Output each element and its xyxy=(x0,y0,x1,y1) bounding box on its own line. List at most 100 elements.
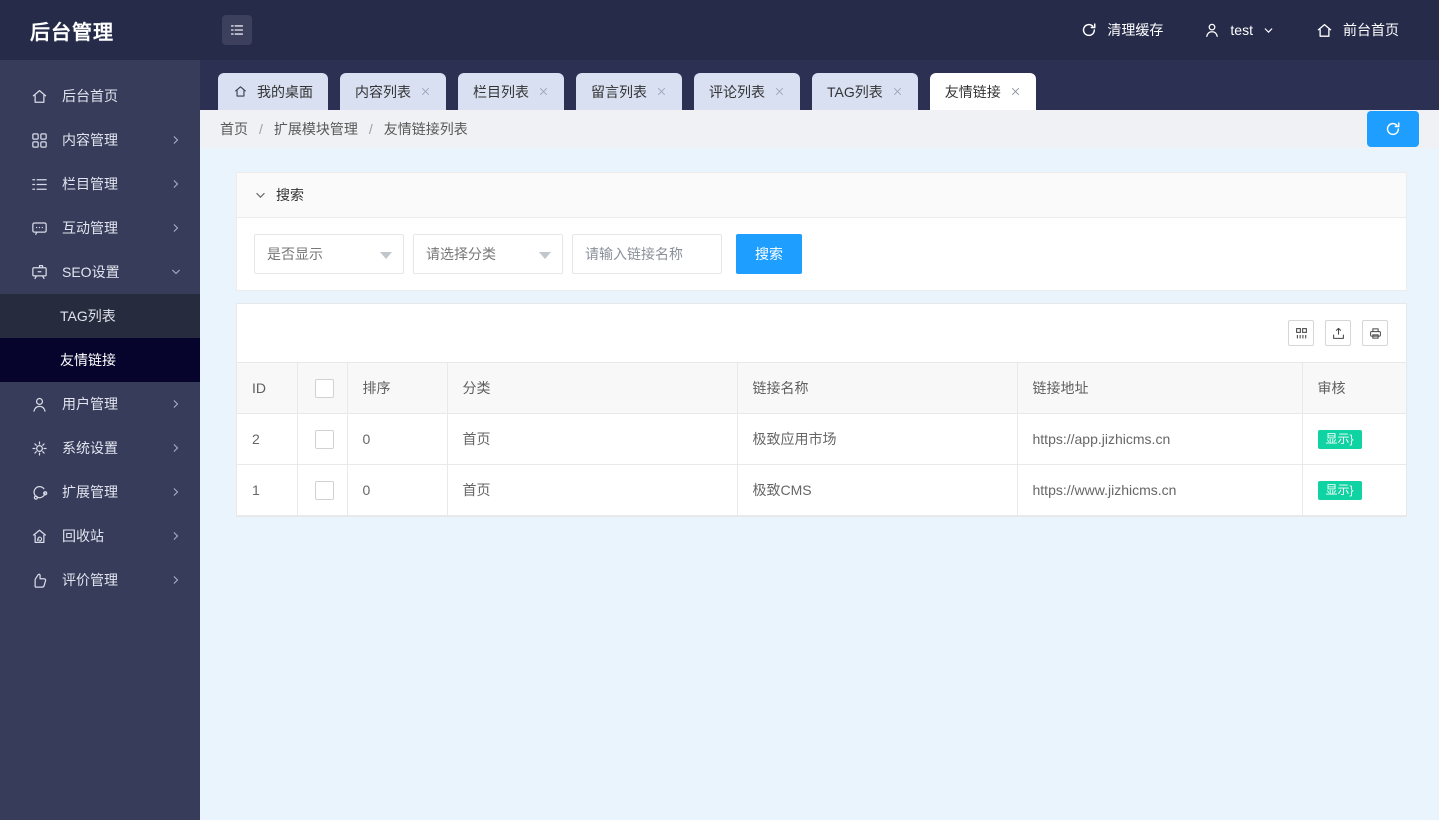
sidebar-item-dashboard[interactable]: 后台首页 xyxy=(0,74,200,118)
sidebar-item-reviews[interactable]: 评价管理 xyxy=(0,558,200,602)
refresh-page-button[interactable] xyxy=(1367,111,1419,147)
chevron-right-icon xyxy=(170,222,182,234)
chevron-right-icon xyxy=(170,486,182,498)
tab-message-list[interactable]: 留言列表 xyxy=(576,73,682,110)
chevron-right-icon xyxy=(170,178,182,190)
sidebar-item-label: 评价管理 xyxy=(62,572,118,588)
thumbs-up-icon xyxy=(30,571,49,590)
chevron-down-icon xyxy=(170,266,182,278)
link-name-input[interactable] xyxy=(572,234,722,274)
sidebar-item-content[interactable]: 内容管理 xyxy=(0,118,200,162)
tab-label: 留言列表 xyxy=(591,83,647,100)
cell-select xyxy=(296,413,348,465)
search-form: 是否显示 请选择分类 搜索 xyxy=(237,218,1406,290)
row-checkbox[interactable] xyxy=(314,480,334,500)
close-icon[interactable] xyxy=(1010,86,1021,97)
close-icon[interactable] xyxy=(774,86,785,97)
close-icon[interactable] xyxy=(892,86,903,97)
sidebar-subitem-label: TAG列表 xyxy=(60,308,116,324)
cell-order: 0 xyxy=(346,413,448,465)
chevron-right-icon xyxy=(170,442,182,454)
sidebar-item-users[interactable]: 用户管理 xyxy=(0,382,200,426)
username: test xyxy=(1230,22,1253,38)
filter-columns-button[interactable] xyxy=(1288,320,1314,346)
header-name: 链接名称 xyxy=(736,362,1018,414)
clear-cache-label: 清理缓存 xyxy=(1107,22,1164,38)
tab-content-list[interactable]: 内容列表 xyxy=(340,73,446,110)
select-all-checkbox[interactable] xyxy=(314,378,334,398)
chevron-right-icon xyxy=(170,134,182,146)
status-badge[interactable]: 显示} xyxy=(1317,429,1362,449)
printer-icon xyxy=(1368,326,1383,341)
main-panel: 搜索 是否显示 请选择分类 搜索 xyxy=(200,148,1439,820)
breadcrumb-home[interactable]: 首页 xyxy=(220,119,248,139)
caret-down-icon xyxy=(539,252,551,259)
friend-links-table-card: ID 排序 分类 链接名称 链接地址 审核 2 0 首页 极致应用市场 http… xyxy=(236,303,1407,517)
friend-links-table: ID 排序 分类 链接名称 链接地址 审核 2 0 首页 极致应用市场 http… xyxy=(237,362,1406,516)
tab-comment-list[interactable]: 评论列表 xyxy=(694,73,800,110)
chevron-right-icon xyxy=(170,530,182,542)
search-panel-header[interactable]: 搜索 xyxy=(237,173,1406,218)
close-icon[interactable] xyxy=(538,86,549,97)
front-home-link[interactable]: 前台首页 xyxy=(1315,20,1399,40)
user-menu[interactable]: test xyxy=(1203,21,1275,39)
home-icon xyxy=(1315,21,1334,40)
display-filter-select[interactable]: 是否显示 xyxy=(254,234,404,274)
cell-audit: 显示} xyxy=(1301,464,1406,516)
content-area: 我的桌面 内容列表 栏目列表 留言列表 评论列表 TAG列表 友情链接 首页 /… xyxy=(200,60,1439,820)
cell-audit: 显示} xyxy=(1301,413,1406,465)
export-icon xyxy=(1331,326,1346,341)
tab-label: 友情链接 xyxy=(944,83,1001,100)
sidebar-collapse-button[interactable] xyxy=(222,15,252,45)
category-filter-value: 请选择分类 xyxy=(426,246,496,262)
sidebar-item-interaction[interactable]: 互动管理 xyxy=(0,206,200,250)
tab-column-list[interactable]: 栏目列表 xyxy=(458,73,564,110)
header-audit: 审核 xyxy=(1301,362,1406,414)
sidebar-item-extensions[interactable]: 扩展管理 xyxy=(0,470,200,514)
status-badge[interactable]: 显示} xyxy=(1317,480,1362,500)
tab-friend-links[interactable]: 友情链接 xyxy=(929,73,1036,110)
category-filter-select[interactable]: 请选择分类 xyxy=(413,234,563,274)
home-icon xyxy=(233,84,248,99)
tab-label: TAG列表 xyxy=(827,83,883,100)
tab-label: 栏目列表 xyxy=(473,83,529,100)
sidebar-item-label: 回收站 xyxy=(62,528,104,544)
clear-cache-button[interactable]: 清理缓存 xyxy=(1080,20,1163,40)
row-checkbox[interactable] xyxy=(314,429,334,449)
header-id: ID xyxy=(237,362,298,414)
table-header-row: ID 排序 分类 链接名称 链接地址 审核 xyxy=(237,362,1406,414)
sidebar-item-label: SEO设置 xyxy=(62,264,120,280)
sidebar-subitem-friend-links[interactable]: 友情链接 xyxy=(0,338,200,382)
print-button[interactable] xyxy=(1362,320,1388,346)
export-button[interactable] xyxy=(1325,320,1351,346)
cell-url: https://www.jizhicms.cn xyxy=(1016,464,1303,516)
gear-icon xyxy=(30,439,49,458)
tab-label: 评论列表 xyxy=(709,83,765,100)
comment-icon xyxy=(30,219,49,238)
search-panel: 搜索 是否显示 请选择分类 搜索 xyxy=(236,172,1407,291)
sidebar-item-seo[interactable]: SEO设置 xyxy=(0,250,200,294)
cell-name: 极致CMS xyxy=(736,464,1018,516)
cell-order: 0 xyxy=(346,464,448,516)
search-panel-title: 搜索 xyxy=(276,187,304,203)
search-button[interactable]: 搜索 xyxy=(736,234,802,274)
sidebar-item-recycle-bin[interactable]: 回收站 xyxy=(0,514,200,558)
close-icon[interactable] xyxy=(420,86,431,97)
tab-my-desktop[interactable]: 我的桌面 xyxy=(218,73,328,110)
sidebar-item-label: 栏目管理 xyxy=(62,176,118,192)
breadcrumb-extension-module[interactable]: 扩展模块管理 xyxy=(274,119,358,139)
grid-icon xyxy=(30,131,49,150)
user-icon xyxy=(30,395,49,414)
cell-id: 2 xyxy=(237,413,298,465)
chevron-right-icon xyxy=(170,574,182,586)
tab-tag-list[interactable]: TAG列表 xyxy=(812,73,918,110)
front-home-label: 前台首页 xyxy=(1343,22,1399,38)
user-icon xyxy=(1203,21,1221,39)
recycle-icon xyxy=(30,527,49,546)
cell-category: 首页 xyxy=(446,464,738,516)
sidebar-item-system[interactable]: 系统设置 xyxy=(0,426,200,470)
sidebar-item-columns[interactable]: 栏目管理 xyxy=(0,162,200,206)
close-icon[interactable] xyxy=(656,86,667,97)
topbar: 后台管理 清理缓存 test 前台首页 xyxy=(0,0,1439,60)
sidebar-subitem-tag-list[interactable]: TAG列表 xyxy=(0,294,200,338)
